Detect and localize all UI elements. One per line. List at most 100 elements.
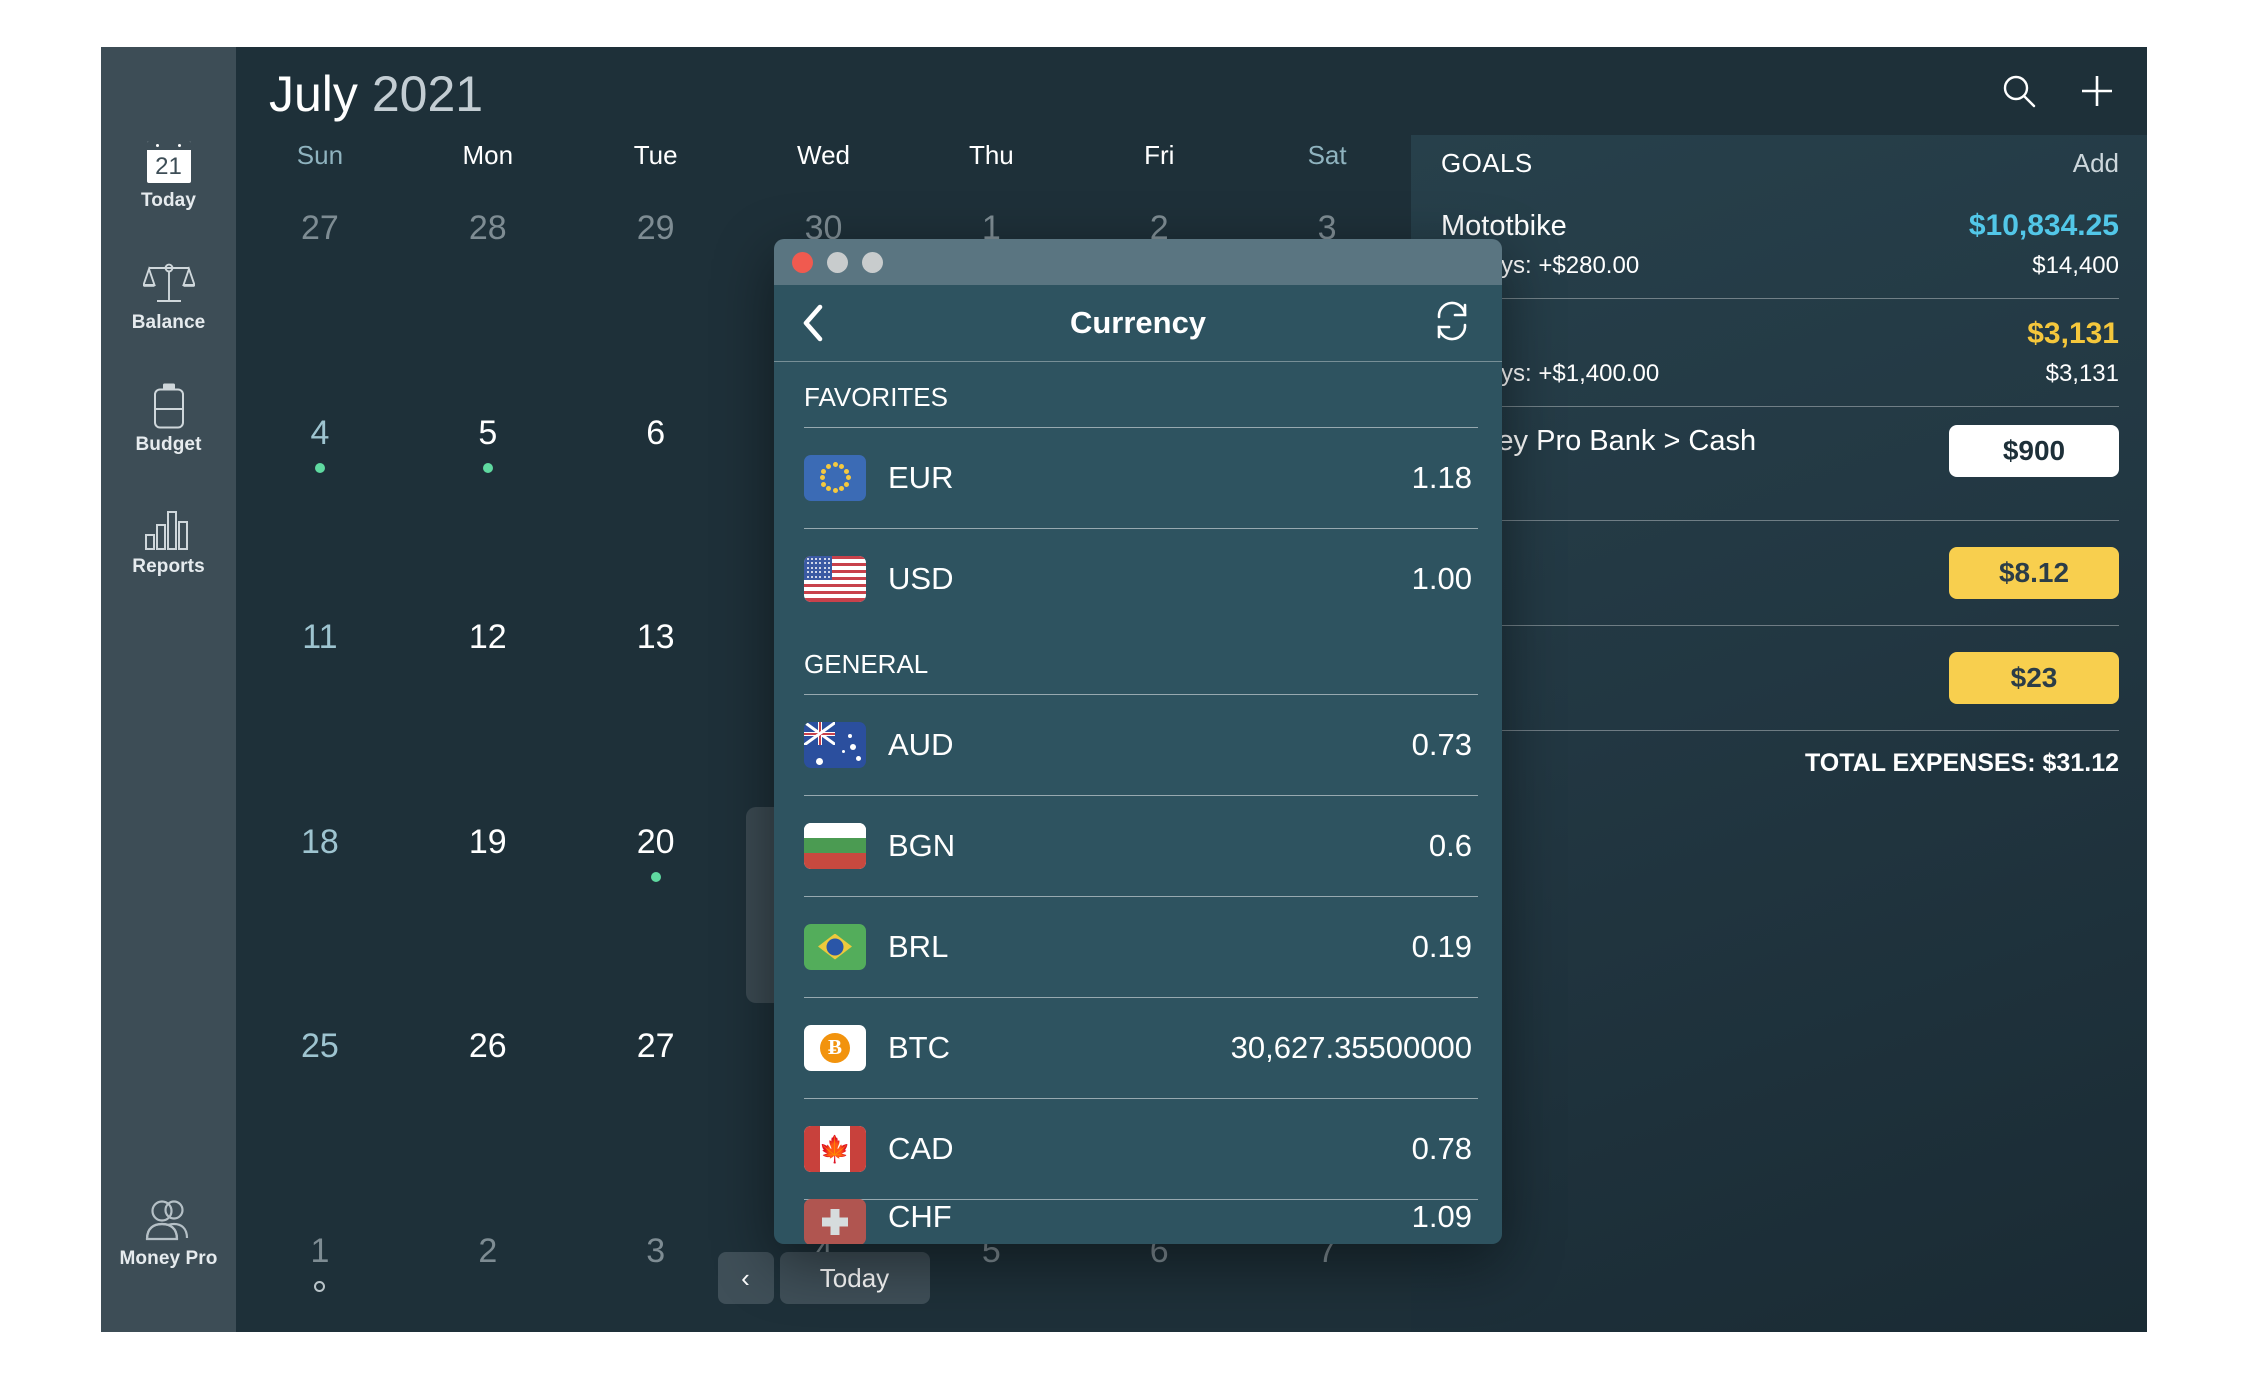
expense-amount-button[interactable]: $23: [1949, 652, 2119, 704]
search-icon[interactable]: [1997, 69, 2041, 113]
money-pro-window: 21 Today Balance Budget Reports Money Pr…: [101, 47, 2147, 1332]
zoom-icon[interactable]: [862, 251, 883, 273]
calendar-day-cell[interactable]: 13: [572, 598, 740, 803]
total-expenses-label: TOTAL EXPENSES: $31.12: [1804, 749, 2119, 777]
calendar-weekday-header: Sun Mon Tue Wed Thu Fri Sat: [236, 135, 1411, 189]
weekday-sat: Sat: [1307, 140, 1347, 170]
calendar-day-number: 27: [636, 1027, 675, 1066]
minimize-icon[interactable]: [827, 251, 848, 273]
weekday-sun: Sun: [296, 140, 344, 170]
calendar-day-number: 28: [468, 209, 507, 247]
calendar-day-event-dot: [314, 462, 325, 473]
flag-btc-icon: Ƀ: [804, 1024, 866, 1071]
flag-eu-icon: [804, 454, 866, 501]
plus-icon[interactable]: [2075, 69, 2119, 113]
goals-header: GOALS Add: [1411, 135, 2147, 191]
currency-modal: Currency FAVORITES EUR 1.18 USD 1.00 GENERAL A…: [774, 239, 1502, 1244]
currency-row[interactable]: CHF 1.09: [774, 1199, 1502, 1244]
sidebar-item-money-pro[interactable]: Money Pro: [101, 1197, 236, 1270]
goals-add-button[interactable]: Add: [2073, 148, 2119, 179]
weekday-tue: Tue: [633, 140, 678, 170]
sidebar-item-money-pro-label: Money Pro: [119, 1248, 218, 1269]
currency-row[interactable]: BRL 0.19: [774, 896, 1502, 997]
goal-amount: $10,834.25: [1968, 209, 2119, 242]
sidebar-item-budget[interactable]: Budget: [101, 383, 236, 456]
currency-row[interactable]: 🍁 CAD 0.78: [774, 1098, 1502, 1199]
calendar-day-number: 29: [636, 209, 675, 247]
transaction-amount-button[interactable]: $900: [1949, 425, 2119, 477]
scales-icon: [101, 261, 236, 307]
calendar-day-cell[interactable]: 20: [572, 803, 740, 1008]
people-icon: [101, 1197, 236, 1243]
calendar-day-cell[interactable]: 12: [404, 598, 572, 803]
refresh-icon[interactable]: [1432, 301, 1472, 346]
calendar-day-cell[interactable]: 29: [572, 189, 740, 394]
calendar-icon-date: 21: [155, 152, 182, 180]
flag-ca-icon: 🍁: [804, 1125, 866, 1172]
calendar-prev-button[interactable]: ‹: [717, 1252, 774, 1304]
currency-code: CHF: [888, 1199, 952, 1234]
calendar-day-event-dot: [650, 871, 661, 882]
calendar-day-cell[interactable]: 25: [236, 1007, 404, 1212]
calendar-today-button[interactable]: Today: [779, 1252, 930, 1304]
calendar-day-cell[interactable]: 6: [572, 394, 740, 599]
goal-target: $14,400: [2032, 252, 2119, 279]
calendar-day-number: 18: [301, 822, 339, 861]
page-title-year: 2021: [371, 66, 484, 122]
weekday-fri: Fri: [1144, 140, 1175, 170]
currency-row[interactable]: USD 1.00: [774, 528, 1502, 629]
flag-ch-icon: [804, 1199, 866, 1244]
calendar-day-number: 4: [310, 413, 330, 452]
currency-code: CAD: [888, 1130, 954, 1166]
currency-section-header: GENERAL: [804, 649, 929, 679]
battery-icon: [101, 383, 236, 429]
currency-code: BGN: [888, 827, 956, 863]
currency-code: EUR: [888, 459, 954, 495]
calendar-day-cell[interactable]: 11: [236, 598, 404, 803]
currency-rate: 1.18: [1411, 459, 1472, 495]
calendar-day-number: 25: [301, 1027, 339, 1066]
calendar-day-cell[interactable]: 19: [404, 803, 572, 1008]
goal-target: $3,131: [2045, 360, 2119, 387]
flag-au-icon: [804, 721, 866, 768]
calendar-day-cell[interactable]: 4: [236, 394, 404, 599]
goals-title: GOALS: [1441, 147, 1533, 178]
sidebar-item-balance[interactable]: Balance: [101, 261, 236, 334]
goal-row-mototbike[interactable]: Mototbike $10,834.25 30 days: +$280.00 $…: [1411, 191, 2147, 298]
calendar-day-cell[interactable]: 5: [404, 394, 572, 599]
currency-code: USD: [888, 560, 954, 596]
currency-list[interactable]: FAVORITES EUR 1.18 USD 1.00 GENERAL AUD 0.73 BGN…: [774, 362, 1502, 1244]
currency-rate: 0.19: [1411, 928, 1472, 964]
calendar-day-event-dot: [482, 462, 493, 473]
calendar-day-number: 5: [478, 413, 498, 452]
goal-amount: $3,131: [2027, 317, 2119, 350]
calendar-day-number: 13: [636, 618, 675, 657]
currency-code: AUD: [888, 726, 954, 762]
currency-row[interactable]: EUR 1.18: [774, 427, 1502, 528]
chevron-left-icon[interactable]: [800, 303, 826, 343]
calendar-day-number: 27: [301, 209, 339, 247]
currency-row[interactable]: Ƀ BTC 30,627.35500000: [774, 997, 1502, 1098]
currency-row[interactable]: AUD 0.73: [774, 694, 1502, 795]
currency-code: BRL: [888, 928, 949, 964]
sidebar-item-today[interactable]: 21 Today: [101, 139, 236, 212]
calendar-day-number: 12: [468, 618, 507, 657]
sidebar-item-reports-label: Reports: [132, 556, 205, 577]
bar-chart-icon: [101, 505, 236, 551]
calendar-day-number: 6: [646, 413, 666, 452]
calendar-day-cell[interactable]: 27: [236, 189, 404, 394]
currency-rate: 0.78: [1411, 1130, 1472, 1166]
flag-br-icon: [804, 923, 866, 970]
calendar-day-cell[interactable]: 18: [236, 803, 404, 1008]
goal-row-second[interactable]: $3,131 30 days: +$1,400.00 $3,131: [1411, 299, 2147, 406]
expense-row-2[interactable]: $23: [1411, 626, 2147, 730]
calendar-day-cell[interactable]: 28: [404, 189, 572, 394]
expense-amount-button[interactable]: $8.12: [1949, 547, 2119, 599]
sidebar-item-reports[interactable]: Reports: [101, 505, 236, 578]
calendar-day-cell[interactable]: 26: [404, 1007, 572, 1212]
expense-row-1[interactable]: $8.12: [1411, 521, 2147, 625]
calendar-day-cell[interactable]: 27: [572, 1007, 740, 1212]
currency-row[interactable]: BGN 0.6: [774, 795, 1502, 896]
close-icon[interactable]: [792, 251, 813, 273]
transaction-row-transfer[interactable]: Money Pro Bank > Cash $900: [1411, 407, 2147, 520]
